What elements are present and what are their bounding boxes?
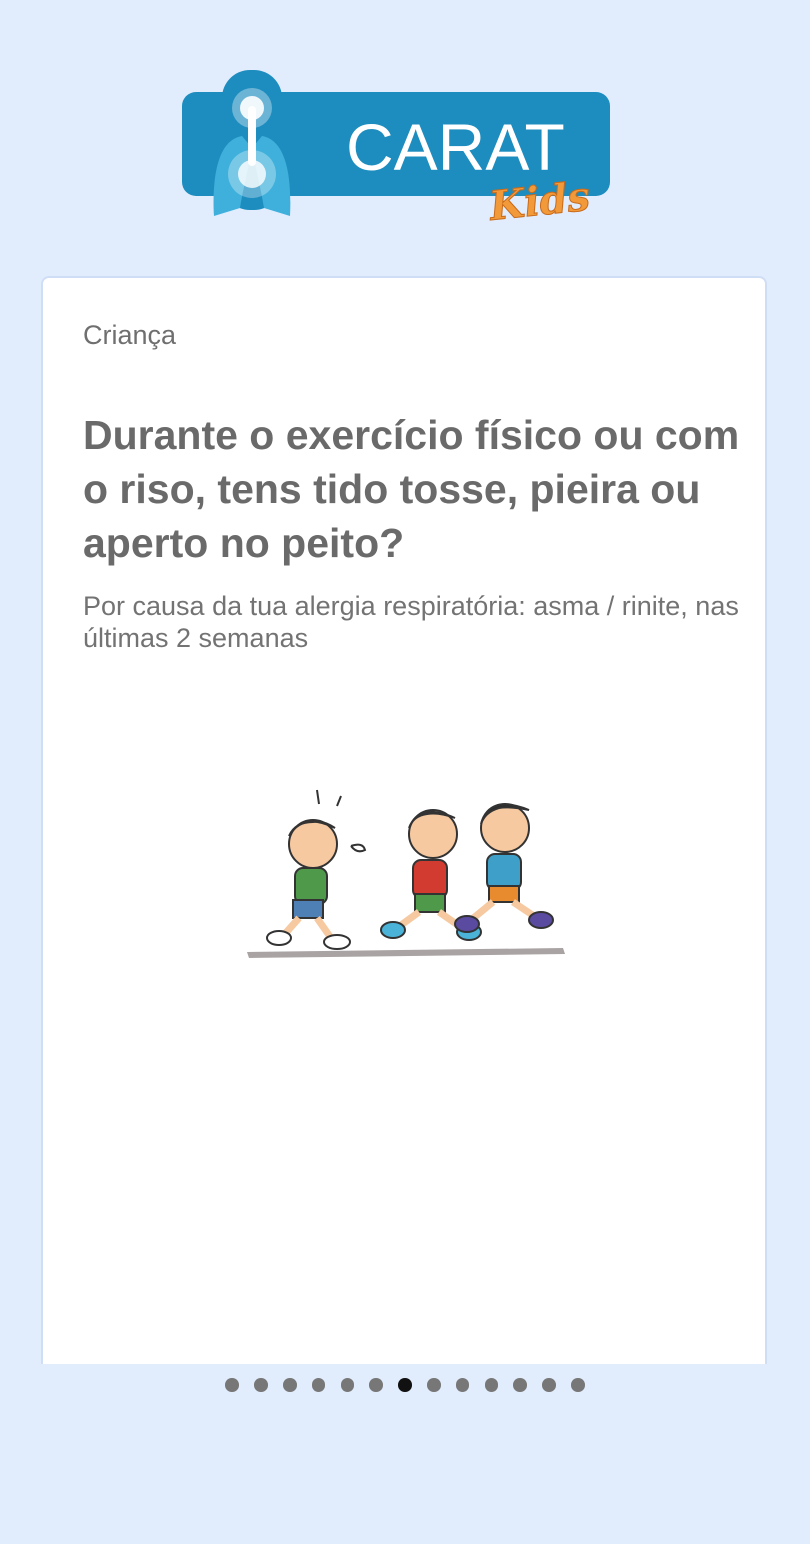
kid-left bbox=[266, 789, 367, 950]
logo-word: CARAT bbox=[346, 110, 565, 184]
card-label: Criança bbox=[83, 320, 177, 350]
question-card: Criança Durante o exercício físico ou co… bbox=[41, 276, 767, 1364]
pager-dot[interactable] bbox=[571, 1378, 585, 1392]
screen: { "logo": { "word": "CARAT", "sub": "Kid… bbox=[0, 0, 810, 1544]
pager-dot[interactable] bbox=[340, 1378, 355, 1392]
pager-dot[interactable] bbox=[311, 1378, 326, 1392]
pager-dot[interactable] bbox=[484, 1378, 499, 1392]
pager-dot[interactable] bbox=[283, 1378, 297, 1392]
kid-right bbox=[454, 803, 554, 933]
pager-dot[interactable] bbox=[542, 1378, 556, 1392]
pager-dot[interactable] bbox=[513, 1378, 527, 1392]
question-subtitle: Por causa da tua alergia respiratória: a… bbox=[83, 591, 739, 653]
pager-dots bbox=[0, 1378, 810, 1394]
children-running-illustration bbox=[247, 789, 565, 958]
pager-dot-active[interactable] bbox=[398, 1378, 412, 1392]
pager-dot[interactable] bbox=[455, 1378, 470, 1392]
lungs-icon bbox=[213, 70, 291, 216]
carat-kids-logo: CARAT Kids bbox=[182, 70, 610, 224]
question-text: Durante o exercício físico ou com o riso… bbox=[83, 412, 740, 566]
pager-dot[interactable] bbox=[427, 1378, 441, 1392]
pager-dot[interactable] bbox=[225, 1378, 239, 1392]
pager-dot[interactable] bbox=[369, 1378, 383, 1392]
pager-dot[interactable] bbox=[254, 1378, 268, 1392]
